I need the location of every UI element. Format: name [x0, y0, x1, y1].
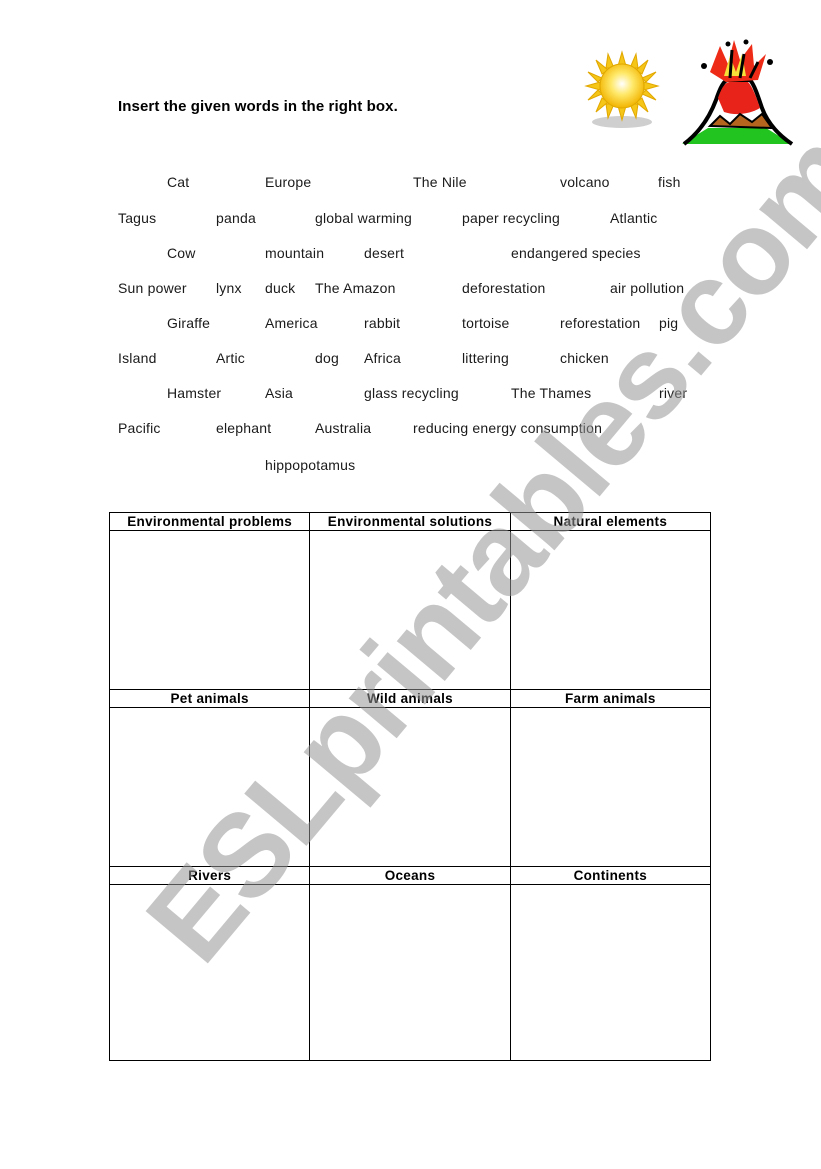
word: lynx [216, 280, 242, 296]
word: paper recycling [462, 210, 560, 226]
header-row: Environmental problems Environmental sol… [108, 512, 712, 531]
category-header: Natural elements [509, 512, 712, 531]
answer-box[interactable] [509, 530, 712, 690]
word: elephant [216, 420, 272, 436]
word: Tagus [118, 210, 157, 226]
answer-box[interactable] [108, 530, 311, 690]
answer-box[interactable] [309, 530, 511, 690]
category-header: Oceans [309, 866, 511, 885]
instruction-heading: Insert the given words in the right box. [118, 98, 398, 115]
answer-box[interactable] [509, 884, 712, 1061]
word: reforestation [560, 315, 641, 331]
word: tortoise [462, 315, 510, 331]
word: Pacific [118, 420, 161, 436]
answer-row [108, 884, 712, 1061]
word: dog [315, 350, 339, 366]
word: Island [118, 350, 157, 366]
word: America [265, 315, 318, 331]
category-header: Pet animals [108, 689, 311, 708]
answer-row [108, 707, 712, 867]
word: The Thames [511, 385, 592, 401]
word: Hamster [167, 385, 222, 401]
word: volcano [560, 174, 610, 190]
category-header: Continents [509, 866, 712, 885]
answer-box[interactable] [509, 707, 712, 867]
word: Giraffe [167, 315, 211, 331]
word: Cat [167, 174, 190, 190]
volcano-icon [682, 39, 794, 146]
word: air pollution [610, 280, 685, 296]
word: Cow [167, 245, 196, 261]
word: Artic [216, 350, 245, 366]
word: mountain [265, 245, 325, 261]
category-header: Rivers [108, 866, 311, 885]
answer-row [108, 530, 712, 690]
word: The Nile [413, 174, 467, 190]
category-header: Farm animals [509, 689, 712, 708]
word: global warming [315, 210, 412, 226]
word: pig [659, 315, 679, 331]
word: rabbit [364, 315, 401, 331]
answer-box[interactable] [108, 884, 311, 1061]
word: Africa [364, 350, 401, 366]
word: littering [462, 350, 509, 366]
word: The Amazon [315, 280, 396, 296]
word: duck [265, 280, 296, 296]
header-row: Pet animals Wild animals Farm animals [108, 689, 712, 708]
word: panda [216, 210, 256, 226]
word: fish [658, 174, 681, 190]
category-table: Environmental problems Environmental sol… [108, 512, 712, 1061]
word: Atlantic [610, 210, 658, 226]
word: Sun power [118, 280, 187, 296]
sun-icon [584, 50, 660, 128]
word: glass recycling [364, 385, 459, 401]
word: Europe [265, 174, 312, 190]
category-header: Environmental problems [108, 512, 311, 531]
word: river [659, 385, 688, 401]
word: Asia [265, 385, 294, 401]
word: desert [364, 245, 405, 261]
word: reducing energy consumption [413, 420, 603, 436]
answer-box[interactable] [309, 707, 511, 867]
word: hippopotamus [265, 457, 356, 473]
category-header: Wild animals [309, 689, 511, 708]
category-header: Environmental solutions [309, 512, 511, 531]
word: Australia [315, 420, 372, 436]
answer-box[interactable] [309, 884, 511, 1061]
word: deforestation [462, 280, 546, 296]
header-row: Rivers Oceans Continents [108, 866, 712, 885]
answer-box[interactable] [108, 707, 311, 867]
word: chicken [560, 350, 609, 366]
word: endangered species [511, 245, 641, 261]
